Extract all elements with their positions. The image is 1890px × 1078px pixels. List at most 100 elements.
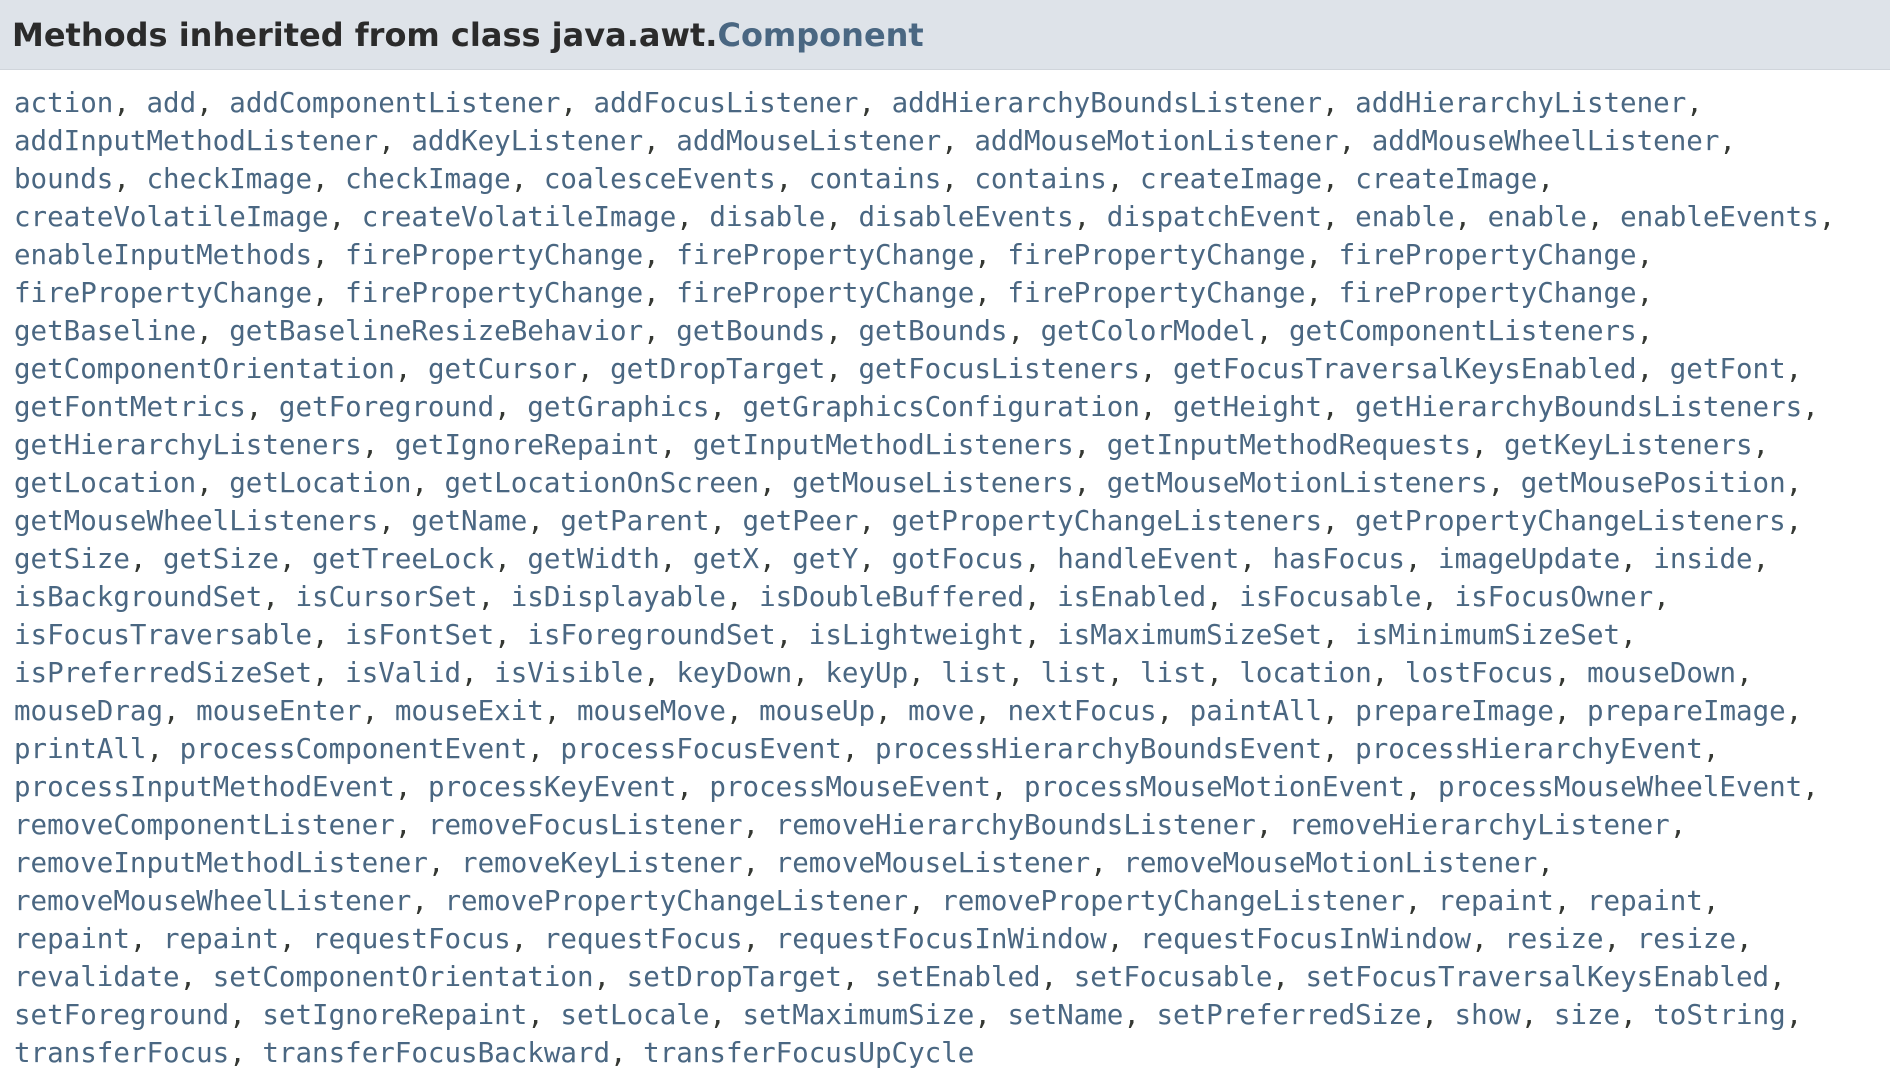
method-link[interactable]: getY [792, 543, 858, 575]
method-link[interactable]: firePropertyChange [345, 239, 643, 271]
method-link[interactable]: isValid [345, 657, 461, 689]
method-link[interactable]: printAll [14, 733, 146, 765]
method-link[interactable]: location [1239, 657, 1371, 689]
method-link[interactable]: addFocusListener [594, 87, 859, 119]
method-link[interactable]: addMouseMotionListener [974, 125, 1338, 157]
method-link[interactable]: enableEvents [1620, 201, 1819, 233]
method-link[interactable]: firePropertyChange [14, 277, 312, 309]
method-link[interactable]: dispatchEvent [1107, 201, 1322, 233]
method-link[interactable]: getBaselineResizeBehavior [229, 315, 643, 347]
method-link[interactable]: isDisplayable [511, 581, 726, 613]
method-link[interactable]: bounds [14, 163, 113, 195]
method-link[interactable]: isBackgroundSet [14, 581, 262, 613]
method-link[interactable]: getFont [1670, 353, 1786, 385]
method-link[interactable]: transferFocus [14, 1037, 229, 1069]
method-link[interactable]: getLocationOnScreen [445, 467, 760, 499]
method-link[interactable]: getBaseline [14, 315, 196, 347]
method-link[interactable]: mouseDrag [14, 695, 163, 727]
method-link[interactable]: getFocusListeners [858, 353, 1139, 385]
method-link[interactable]: removeHierarchyListener [1289, 809, 1670, 841]
method-link[interactable]: imageUpdate [1438, 543, 1620, 575]
method-link[interactable]: add [146, 87, 196, 119]
method-link[interactable]: getSize [163, 543, 279, 575]
method-link[interactable]: contains [809, 163, 941, 195]
method-link[interactable]: repaint [14, 923, 130, 955]
method-link[interactable]: setFocusable [1074, 961, 1273, 993]
method-link[interactable]: contains [974, 163, 1106, 195]
method-link[interactable]: getComponentListeners [1289, 315, 1637, 347]
method-link[interactable]: getFontMetrics [14, 391, 246, 423]
method-link[interactable]: getBounds [676, 315, 825, 347]
method-link[interactable]: transferFocusBackward [262, 1037, 610, 1069]
method-link[interactable]: removeInputMethodListener [14, 847, 428, 879]
method-link[interactable]: getPropertyChangeListeners [892, 505, 1322, 537]
method-link[interactable]: setMaximumSize [743, 999, 975, 1031]
method-link[interactable]: getIgnoreRepaint [395, 429, 660, 461]
method-link[interactable]: mouseMove [577, 695, 726, 727]
method-link[interactable]: firePropertyChange [676, 239, 974, 271]
method-link[interactable]: processInputMethodEvent [14, 771, 395, 803]
method-link[interactable]: processKeyEvent [428, 771, 676, 803]
method-link[interactable]: getColorModel [1041, 315, 1256, 347]
method-link[interactable]: getInputMethodListeners [693, 429, 1074, 461]
method-link[interactable]: removeMouseWheelListener [14, 885, 411, 917]
method-link[interactable]: requestFocus [544, 923, 743, 955]
method-link[interactable]: createVolatileImage [14, 201, 329, 233]
method-link[interactable]: disable [709, 201, 825, 233]
method-link[interactable]: addComponentListener [229, 87, 560, 119]
method-link[interactable]: firePropertyChange [345, 277, 643, 309]
method-link[interactable]: requestFocusInWindow [1140, 923, 1471, 955]
method-link[interactable]: processComponentEvent [180, 733, 528, 765]
method-link[interactable]: requestFocusInWindow [776, 923, 1107, 955]
method-link[interactable]: getMouseMotionListeners [1107, 467, 1488, 499]
method-link[interactable]: revalidate [14, 961, 180, 993]
method-link[interactable]: addKeyListener [411, 125, 643, 157]
method-link[interactable]: firePropertyChange [676, 277, 974, 309]
method-link[interactable]: getBounds [858, 315, 1007, 347]
method-link[interactable]: keyUp [825, 657, 908, 689]
method-link[interactable]: addMouseListener [676, 125, 941, 157]
method-link[interactable]: getInputMethodRequests [1107, 429, 1471, 461]
method-link[interactable]: firePropertyChange [1339, 239, 1637, 271]
method-link[interactable]: getWidth [527, 543, 659, 575]
method-link[interactable]: addMouseWheelListener [1372, 125, 1720, 157]
method-link[interactable]: getParent [560, 505, 709, 537]
method-link[interactable]: getPeer [743, 505, 859, 537]
method-link[interactable]: repaint [1438, 885, 1554, 917]
method-link[interactable]: removeComponentListener [14, 809, 395, 841]
method-link[interactable]: getCursor [428, 353, 577, 385]
method-link[interactable]: checkImage [345, 163, 511, 195]
method-link[interactable]: processHierarchyEvent [1355, 733, 1703, 765]
method-link[interactable]: setForeground [14, 999, 229, 1031]
method-link[interactable]: processFocusEvent [560, 733, 841, 765]
method-link[interactable]: mouseEnter [196, 695, 362, 727]
method-link[interactable]: list [1041, 657, 1107, 689]
method-link[interactable]: resize [1637, 923, 1736, 955]
method-link[interactable]: setEnabled [875, 961, 1041, 993]
method-link[interactable]: removePropertyChangeListener [941, 885, 1405, 917]
method-link[interactable]: setFocusTraversalKeysEnabled [1306, 961, 1770, 993]
method-link[interactable]: resize [1504, 923, 1603, 955]
method-link[interactable]: processMouseWheelEvent [1438, 771, 1802, 803]
method-link[interactable]: removeHierarchyBoundsListener [776, 809, 1256, 841]
method-link[interactable]: getSize [14, 543, 130, 575]
method-link[interactable]: removePropertyChangeListener [444, 885, 908, 917]
method-link[interactable]: prepareImage [1355, 695, 1554, 727]
method-link[interactable]: toString [1653, 999, 1785, 1031]
method-link[interactable]: processMouseMotionEvent [1024, 771, 1405, 803]
method-link[interactable]: getHierarchyListeners [14, 429, 362, 461]
method-link[interactable]: createImage [1355, 163, 1537, 195]
method-link[interactable]: keyDown [676, 657, 792, 689]
method-link[interactable]: setDropTarget [627, 961, 842, 993]
method-link[interactable]: show [1455, 999, 1521, 1031]
method-link[interactable]: removeMouseListener [776, 847, 1091, 879]
method-link[interactable]: isMinimumSizeSet [1355, 619, 1620, 651]
method-link[interactable]: getTreeLock [312, 543, 494, 575]
method-link[interactable]: transferFocusUpCycle [643, 1037, 974, 1069]
method-link[interactable]: isEnabled [1057, 581, 1206, 613]
method-link[interactable]: isFontSet [345, 619, 494, 651]
method-link[interactable]: getName [411, 505, 527, 537]
method-link[interactable]: paintAll [1190, 695, 1322, 727]
method-link[interactable]: isVisible [494, 657, 643, 689]
method-link[interactable]: isFocusOwner [1455, 581, 1654, 613]
